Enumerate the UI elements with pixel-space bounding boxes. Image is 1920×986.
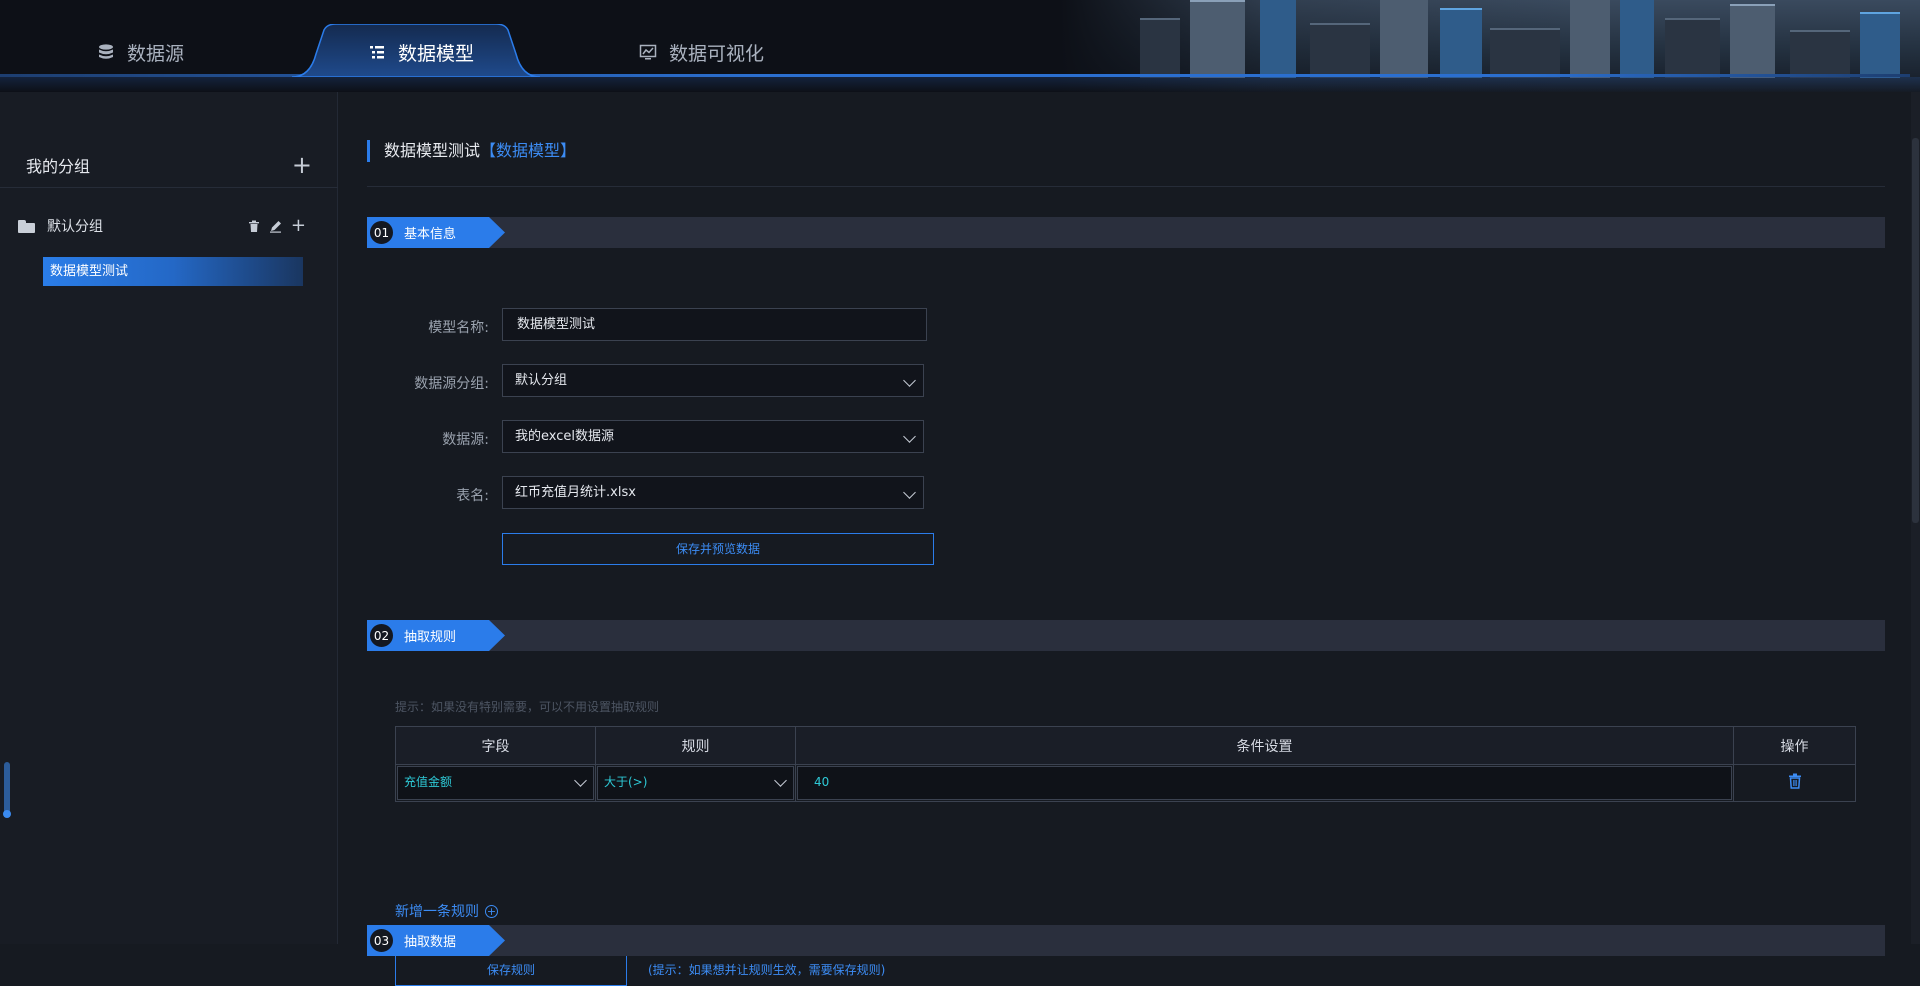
datasource-label: 数据源: — [442, 432, 489, 448]
table-name-select[interactable]: 红币充值月统计.xlsx — [502, 476, 924, 509]
field-select[interactable]: 充值金额 — [397, 766, 594, 800]
table-header: 字段 规则 条件设置 操作 — [396, 727, 1855, 764]
section-number: 02 — [368, 622, 395, 649]
section-basic-info-header: 01 基本信息 — [367, 217, 1885, 248]
tab-visualization[interactable]: 数据可视化 — [639, 30, 764, 74]
sidebar: 我的分组 + 默认分组 + 数据模型测试 — [0, 92, 338, 944]
breadcrumb: 数据模型测试【数据模型】 — [367, 140, 576, 162]
datasource-group-value: 默认分组 — [515, 373, 568, 388]
main-content: 数据模型测试【数据模型】 01 基本信息 模型名称: 数据模型测试 数据源分组:… — [339, 92, 1910, 986]
chevron-down-icon — [903, 486, 916, 499]
rules-table: 字段 规则 条件设置 操作 充值金额 大于(>) 40 — [395, 726, 1856, 802]
model-name-label: 模型名称: — [428, 320, 489, 336]
section-title: 抽取规则 — [404, 630, 457, 645]
save-rule-hint: (提示：如果想并让规则生效，需要保存规则) — [648, 963, 886, 977]
section-title: 抽取数据 — [404, 935, 457, 950]
table-name-label: 表名: — [456, 488, 489, 504]
plus-circle-icon: + — [485, 904, 498, 918]
edit-group-icon[interactable] — [269, 220, 282, 233]
top-header: 数据源 数据模型 数据可视化 — [0, 0, 1920, 92]
group-label: 默认分组 — [47, 219, 103, 235]
add-rule-link[interactable]: 新增一条规则 + — [395, 901, 498, 921]
section-extract-rules-header: 02 抽取规则 — [367, 620, 1885, 651]
table-name-value: 红币充值月统计.xlsx — [515, 485, 636, 500]
sidebar-item-model-test[interactable]: 数据模型测试 — [43, 257, 303, 286]
save-preview-button[interactable]: 保存并预览数据 — [502, 533, 934, 565]
col-rule: 规则 — [596, 727, 796, 764]
datasource-group-select[interactable]: 默认分组 — [502, 364, 924, 397]
condition-input[interactable]: 40 — [797, 766, 1732, 800]
col-condition: 条件设置 — [796, 727, 1734, 764]
table-list-icon — [370, 46, 384, 59]
delete-group-icon[interactable] — [248, 220, 260, 233]
rule-value: 大于(>) — [604, 775, 648, 789]
main-scrollbar-thumb[interactable] — [1912, 138, 1919, 523]
sidebar-header: 我的分组 + — [0, 142, 338, 188]
chevron-down-icon — [903, 430, 916, 443]
add-item-icon[interactable]: + — [291, 217, 306, 235]
sidebar-title: 我的分组 — [26, 156, 91, 176]
database-icon — [99, 44, 113, 59]
folder-icon — [18, 219, 35, 233]
sidebar-group-default[interactable]: 默认分组 + — [18, 214, 306, 238]
extract-rules-hint: 提示：如果没有特别需要，可以不用设置抽取规则 — [395, 700, 660, 714]
tab-datasource-label: 数据源 — [127, 42, 185, 65]
delete-rule-icon[interactable] — [1788, 773, 1802, 793]
left-scrollbar[interactable] — [3, 762, 11, 818]
chevron-down-icon — [903, 374, 916, 387]
chevron-down-icon — [774, 774, 787, 787]
datasource-group-label: 数据源分组: — [414, 376, 489, 392]
table-row: 充值金额 大于(>) 40 — [396, 764, 1855, 801]
col-action: 操作 — [1780, 738, 1809, 755]
add-group-button[interactable]: + — [292, 153, 312, 177]
tab-visualization-label: 数据可视化 — [669, 42, 765, 65]
add-rule-label: 新增一条规则 — [395, 904, 479, 920]
section-number: 03 — [368, 927, 395, 954]
chevron-down-icon — [574, 774, 587, 787]
section-extract-data-header: 03 抽取数据 — [367, 925, 1885, 956]
datasource-select[interactable]: 我的excel数据源 — [502, 420, 924, 453]
breadcrumb-type: 【数据模型】 — [480, 141, 577, 160]
section-number: 01 — [368, 219, 395, 246]
tab-datamodel-label: 数据模型 — [398, 42, 475, 65]
save-rule-button[interactable]: 保存规则 — [395, 954, 627, 986]
rule-select[interactable]: 大于(>) — [597, 766, 794, 800]
section-title: 基本信息 — [404, 227, 457, 242]
datasource-value: 我的excel数据源 — [515, 429, 614, 444]
tab-datamodel[interactable]: 数据模型 — [368, 30, 474, 74]
breadcrumb-name: 数据模型测试 — [384, 141, 481, 160]
model-name-input[interactable]: 数据模型测试 — [502, 308, 927, 341]
col-field: 字段 — [396, 727, 596, 764]
chart-monitor-icon — [639, 44, 657, 60]
tab-datasource[interactable]: 数据源 — [97, 30, 184, 74]
field-value: 充值金额 — [404, 775, 453, 789]
